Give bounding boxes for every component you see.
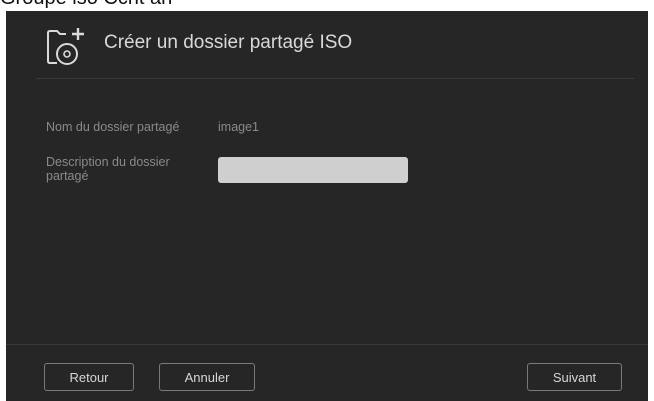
partial-top-text: Groupe iso Ccrit an bbox=[0, 0, 172, 10]
back-button[interactable]: Retour bbox=[44, 363, 134, 391]
dialog-header: Créer un dossier partagé ISO bbox=[6, 11, 648, 81]
share-description-label: Description du dossier partagé bbox=[46, 155, 170, 183]
footer-divider bbox=[6, 344, 648, 345]
partial-top-strip: Groupe iso Ccrit an bbox=[0, 0, 654, 11]
header-divider bbox=[36, 78, 634, 79]
cancel-button[interactable]: Annuler bbox=[159, 363, 255, 391]
dialog-title: Créer un dossier partagé ISO bbox=[104, 32, 353, 53]
share-name-value: image1 bbox=[218, 120, 259, 134]
folder-disc-plus-icon bbox=[42, 23, 88, 69]
next-button[interactable]: Suivant bbox=[527, 363, 622, 391]
share-description-input[interactable] bbox=[218, 157, 408, 183]
share-name-label: Nom du dossier partagé bbox=[46, 120, 180, 134]
create-iso-share-dialog: Créer un dossier partagé ISO Nom du doss… bbox=[6, 11, 648, 401]
